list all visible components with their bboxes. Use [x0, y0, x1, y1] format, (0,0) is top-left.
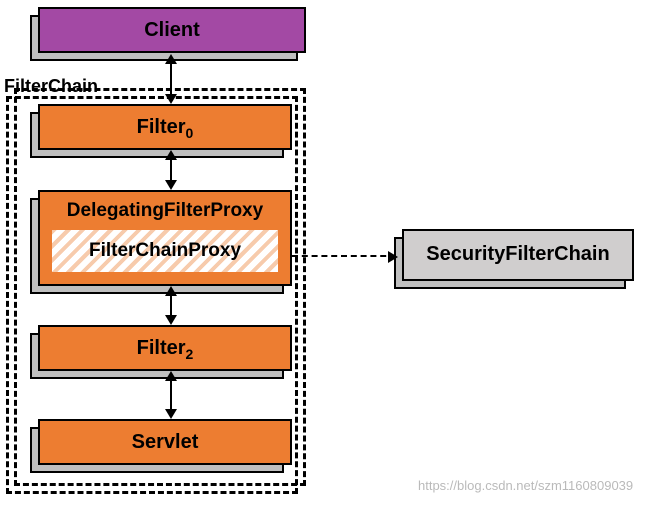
arrow-filter0-delegating [170, 152, 172, 188]
arrow-client-filter0 [170, 56, 172, 102]
filter0-label-sub: 0 [186, 125, 194, 141]
servlet-label: Servlet [132, 431, 199, 453]
filterchain-label: FilterChain [4, 76, 98, 97]
client-box: Client [38, 7, 306, 53]
securitychain-box: SecurityFilterChain [402, 229, 634, 281]
filterchainproxy-box: FilterChainProxy [50, 228, 280, 274]
delegating-label: DelegatingFilterProxy [40, 192, 290, 228]
client-label: Client [144, 19, 200, 41]
filter2-label-base: Filter [137, 337, 186, 359]
filter0-label-base: Filter [137, 116, 186, 138]
filter2-box: Filter2 [38, 325, 292, 371]
servlet-box: Servlet [38, 419, 292, 465]
filterchainproxy-label: FilterChainProxy [89, 240, 241, 261]
filter2-label-sub: 2 [186, 346, 194, 362]
watermark-text: https://blog.csdn.net/szm1160809039 [418, 478, 633, 493]
securitychain-label: SecurityFilterChain [426, 243, 609, 265]
filter0-box: Filter0 [38, 104, 292, 150]
delegating-box: DelegatingFilterProxy FilterChainProxy [38, 190, 292, 286]
arrow-delegating-filter2 [170, 288, 172, 323]
arrow-filter2-servlet [170, 373, 172, 417]
arrow-fcp-securitychain [292, 255, 396, 257]
